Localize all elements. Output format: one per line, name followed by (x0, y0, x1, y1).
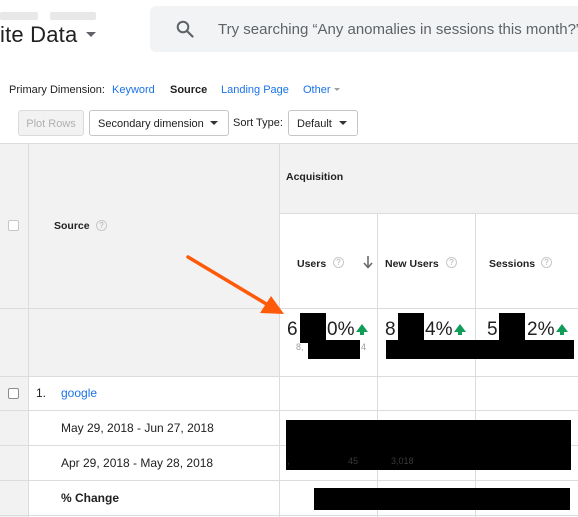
annotation-arrow (186, 255, 284, 314)
